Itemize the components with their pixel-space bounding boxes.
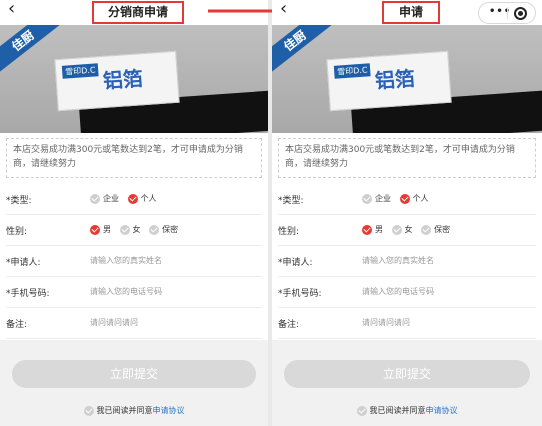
remark-label: 备注:: [6, 320, 28, 330]
agree-checkbox[interactable]: [356, 405, 367, 416]
gender-row: 性别: 男 女 保密: [6, 215, 262, 246]
product-brand: 雪印D.C: [61, 63, 99, 79]
phone-label: *手机号码:: [278, 289, 322, 299]
remark-row: 备注: 请问请问请问: [278, 308, 536, 339]
capsule-menu[interactable]: •••: [478, 2, 536, 24]
right-screen: ‹ 申请 ••• 佳厨 雪印D.C 铝箔 本店交易成功满300元或笔数达到2笔，…: [272, 0, 542, 426]
check-icon: [362, 224, 372, 235]
product-box: 雪印D.C 铝箔: [326, 50, 452, 112]
bottom-section: 立即提交 我已阅读并同意 申请协议: [0, 340, 268, 426]
agreement-link[interactable]: 申请协议: [426, 405, 458, 416]
back-icon[interactable]: ‹: [280, 0, 287, 19]
agree-text: 我已阅读并同意: [369, 406, 426, 415]
check-icon: [119, 224, 130, 235]
type-label: *类型:: [6, 196, 32, 206]
agreement: 我已阅读并同意 申请协议: [0, 405, 268, 416]
gender-label: 性别:: [6, 227, 28, 237]
gender-label: 性别:: [278, 227, 300, 237]
agree-text: 我已阅读并同意: [96, 406, 153, 415]
phone-row: *手机号码: 请输入您的电话号码: [278, 277, 536, 308]
agreement-link[interactable]: 申请协议: [153, 405, 185, 416]
remark-input[interactable]: 请问请问请问: [362, 317, 410, 328]
gender-option-secret[interactable]: 保密: [149, 224, 178, 235]
gender-option-female[interactable]: 女: [119, 224, 141, 235]
phone-label: *手机号码:: [6, 289, 50, 299]
submit-button[interactable]: 立即提交: [284, 360, 530, 388]
gender-row: 性别: 男 女 保密: [278, 215, 536, 246]
check-icon: [90, 193, 100, 204]
nav-bar: ‹ 申请 •••: [272, 0, 542, 25]
back-icon[interactable]: ‹: [8, 0, 15, 19]
check-icon: [399, 193, 410, 204]
left-screen: ‹ 分销商申请 佳厨 雪印D.C 铝箔 本店交易成功满300元或笔数达到2笔，才…: [0, 0, 268, 426]
page-title: 申请: [382, 1, 440, 24]
gender-options: 男 女 保密: [362, 224, 456, 237]
type-label: *类型:: [278, 196, 304, 206]
page-title: 分销商申请: [92, 1, 184, 24]
remark-row: 备注: 请问请问请问: [6, 308, 262, 339]
product-name: 铝箔: [374, 66, 416, 93]
applicant-row: *申请人: 请输入您的真实姓名: [278, 246, 536, 277]
type-options: 企业 个人: [90, 193, 163, 206]
product-banner: 佳厨 雪印D.C 铝箔: [272, 25, 542, 133]
check-icon: [421, 224, 432, 235]
applicant-label: *申请人:: [278, 258, 313, 268]
product-name: 铝箔: [102, 66, 144, 93]
eligibility-notice: 本店交易成功满300元或笔数达到2笔，才可申请成为分销商，请继续努力: [6, 138, 262, 178]
applicant-row: *申请人: 请输入您的真实姓名: [6, 246, 262, 277]
agreement: 我已阅读并同意 申请协议: [272, 405, 542, 416]
type-row: *类型: 企业 个人: [278, 184, 536, 215]
submit-button[interactable]: 立即提交: [12, 360, 256, 388]
applicant-input[interactable]: 请输入您的真实姓名: [90, 255, 162, 266]
gender-options: 男 女 保密: [90, 224, 184, 237]
check-icon: [362, 193, 372, 204]
type-options: 企业 个人: [362, 193, 435, 206]
phone-input[interactable]: 请输入您的电话号码: [362, 286, 434, 297]
gender-option-female[interactable]: 女: [391, 224, 413, 235]
capsule-separator: [507, 7, 508, 19]
gender-option-male[interactable]: 男: [90, 224, 111, 235]
close-miniprogram-icon[interactable]: [514, 7, 527, 20]
gender-option-secret[interactable]: 保密: [421, 224, 450, 235]
check-icon: [149, 224, 160, 235]
type-option-personal[interactable]: 个人: [399, 193, 429, 204]
applicant-input[interactable]: 请输入您的真实姓名: [362, 255, 434, 266]
bottom-section: 立即提交 我已阅读并同意 申请协议: [272, 340, 542, 426]
eligibility-notice: 本店交易成功满300元或笔数达到2笔，才可申请成为分销商，请继续努力: [278, 138, 536, 178]
product-box: 雪印D.C 铝箔: [54, 50, 180, 112]
type-option-personal[interactable]: 个人: [127, 193, 157, 204]
type-option-company[interactable]: 企业: [362, 193, 391, 204]
product-brand: 雪印D.C: [333, 63, 371, 79]
check-icon: [127, 193, 138, 204]
phone-row: *手机号码: 请输入您的电话号码: [6, 277, 262, 308]
remark-label: 备注:: [278, 320, 300, 330]
type-option-company[interactable]: 企业: [90, 193, 119, 204]
type-row: *类型: 企业 个人: [6, 184, 262, 215]
remark-input[interactable]: 请问请问请问: [90, 317, 138, 328]
application-form: *类型: 企业 个人 性别: 男 女 保密 *申请人: 请输入您的真实姓名 *手…: [0, 184, 268, 339]
gender-option-male[interactable]: 男: [362, 224, 383, 235]
check-icon: [391, 224, 402, 235]
product-banner: 佳厨 雪印D.C 铝箔: [0, 25, 268, 133]
agree-checkbox[interactable]: [83, 405, 94, 416]
phone-input[interactable]: 请输入您的电话号码: [90, 286, 162, 297]
check-icon: [90, 224, 100, 235]
application-form: *类型: 企业 个人 性别: 男 女 保密 *申请人: 请输入您的真实姓名 *手…: [272, 184, 542, 339]
applicant-label: *申请人:: [6, 258, 41, 268]
